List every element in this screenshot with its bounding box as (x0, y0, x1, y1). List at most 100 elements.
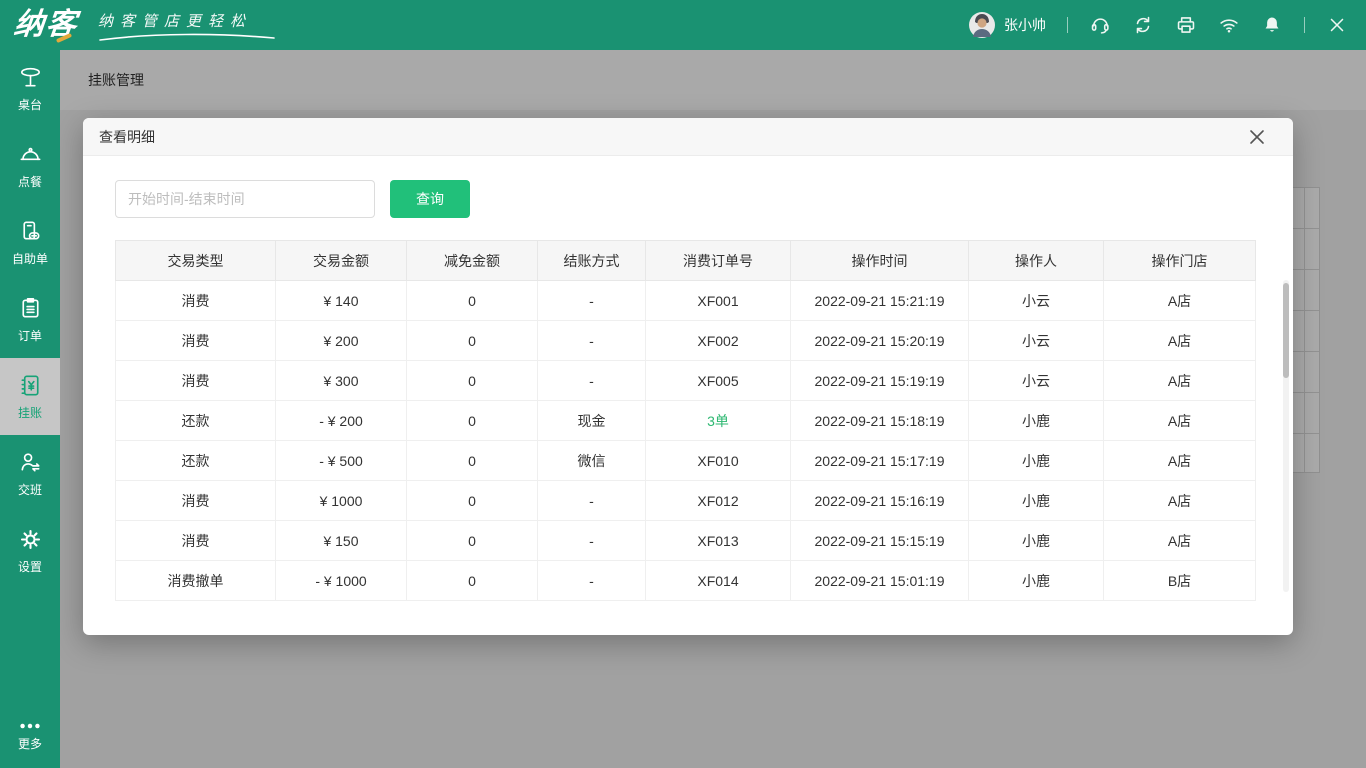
column-header: 结账方式 (538, 241, 646, 281)
table-cell: 消费 (116, 281, 276, 321)
table-cell: 2022-09-21 15:15:19 (791, 521, 969, 561)
sync-icon[interactable] (1132, 14, 1154, 36)
app-window: 纳客 纳客管店更轻松 张小帅 (0, 0, 1366, 768)
user-menu[interactable]: 张小帅 (968, 11, 1046, 39)
table-cell: 小云 (969, 361, 1104, 401)
table-cell: B店 (1104, 561, 1256, 601)
table-cell: 小鹿 (969, 481, 1104, 521)
table-cell: - ¥ 200 (276, 401, 407, 441)
modal-title: 查看明细 (99, 127, 155, 147)
table-cell: ¥ 1000 (276, 481, 407, 521)
brand-logo: 纳客 (12, 3, 81, 47)
clipboard-icon (17, 295, 44, 322)
table-cell: 0 (407, 561, 538, 601)
table-row: 消费¥ 3000-XF0052022-09-21 15:19:19小云A店 (116, 361, 1256, 401)
table-cell: 0 (407, 401, 538, 441)
avatar (968, 11, 996, 39)
gear-icon (17, 526, 44, 553)
table-cell: 2022-09-21 15:01:19 (791, 561, 969, 601)
sidebar-item-settings[interactable]: 设置 (0, 512, 60, 589)
table-cell: 消费撤单 (116, 561, 276, 601)
search-row: 查询 (115, 180, 1293, 218)
table-cell: 小云 (969, 321, 1104, 361)
column-header: 操作时间 (791, 241, 969, 281)
table-cell: 2022-09-21 15:16:19 (791, 481, 969, 521)
sidebar-item-shift[interactable]: 交班 (0, 435, 60, 512)
table-cell: - (538, 361, 646, 401)
table-cell: ¥ 300 (276, 361, 407, 401)
brand: 纳客 纳客管店更轻松 (14, 3, 276, 47)
view-details-modal: 查看明细 查询 交易类型交易金额减免金额结账方式消费订单号操作时间操作人操作门店 (83, 118, 1293, 635)
sidebar-item-orders[interactable]: 订单 (0, 281, 60, 358)
table-cell: 2022-09-21 15:17:19 (791, 441, 969, 481)
table-cell: 0 (407, 281, 538, 321)
table-cell: A店 (1104, 481, 1256, 521)
table-cell: 小云 (969, 281, 1104, 321)
table-cell: 2022-09-21 15:19:19 (791, 361, 969, 401)
table-row: 消费撤单- ¥ 10000-XF0142022-09-21 15:01:19小鹿… (116, 561, 1256, 601)
cloche-icon (17, 141, 44, 168)
column-header: 操作门店 (1104, 241, 1256, 281)
column-header: 交易类型 (116, 241, 276, 281)
table-row: 消费¥ 1500-XF0132022-09-21 15:15:19小鹿A店 (116, 521, 1256, 561)
table-cell: ¥ 150 (276, 521, 407, 561)
table-cell: XF012 (646, 481, 791, 521)
table-cell: A店 (1104, 281, 1256, 321)
ledger-yuan-icon (17, 372, 44, 399)
main-content: 挂账管理 查看明细 查询 (60, 50, 1366, 768)
table-icon (17, 64, 44, 91)
customer-service-icon[interactable] (1089, 14, 1111, 36)
modal-header: 查看明细 (83, 118, 1293, 156)
divider (1304, 17, 1305, 33)
notification-bell-icon[interactable] (1261, 14, 1283, 36)
order-detail-link[interactable]: 3单 (646, 401, 791, 441)
sidebar-item-order-food[interactable]: 点餐 (0, 127, 60, 204)
table-cell: - (538, 561, 646, 601)
table-cell: A店 (1104, 521, 1256, 561)
table-cell: - (538, 321, 646, 361)
table-row: 还款- ¥ 5000微信XF0102022-09-21 15:17:19小鹿A店 (116, 441, 1256, 481)
modal-body: 查询 交易类型交易金额减免金额结账方式消费订单号操作时间操作人操作门店 消费¥ … (83, 156, 1293, 601)
date-range-input[interactable] (115, 180, 375, 218)
table-cell: 小鹿 (969, 441, 1104, 481)
table-row: 还款- ¥ 2000现金3单2022-09-21 15:18:19小鹿A店 (116, 401, 1256, 441)
table-cell: 小鹿 (969, 401, 1104, 441)
close-window-icon[interactable] (1326, 14, 1348, 36)
table-cell: - ¥ 1000 (276, 561, 407, 601)
table-cell: 消费 (116, 361, 276, 401)
table-cell: 0 (407, 441, 538, 481)
modal-scrollbar[interactable] (1283, 280, 1289, 592)
table-cell: 微信 (538, 441, 646, 481)
table-cell: 小鹿 (969, 521, 1104, 561)
shift-swap-icon (17, 449, 44, 476)
table-cell: 2022-09-21 15:20:19 (791, 321, 969, 361)
table-cell: A店 (1104, 361, 1256, 401)
table-cell: A店 (1104, 441, 1256, 481)
table-header-row: 交易类型交易金额减免金额结账方式消费订单号操作时间操作人操作门店 (116, 241, 1256, 281)
scrollbar-thumb[interactable] (1283, 283, 1289, 378)
modal-close-icon[interactable] (1249, 129, 1265, 145)
table-cell: 还款 (116, 441, 276, 481)
sidebar-item-tables[interactable]: 桌台 (0, 50, 60, 127)
sidebar-item-credit[interactable]: 挂账 (0, 358, 60, 435)
slogan-underline-swoosh (98, 33, 276, 42)
sidebar-item-more[interactable]: 更多 (0, 708, 60, 764)
table-cell: XF002 (646, 321, 791, 361)
printer-icon[interactable] (1175, 14, 1197, 36)
brand-slogan: 纳客管店更轻松 (98, 10, 276, 42)
table-cell: ¥ 200 (276, 321, 407, 361)
topbar-actions: 张小帅 (968, 11, 1348, 39)
table-cell: ¥ 140 (276, 281, 407, 321)
table-cell: 消费 (116, 481, 276, 521)
wifi-icon[interactable] (1218, 14, 1240, 36)
user-name: 张小帅 (1004, 15, 1046, 35)
table-cell: - ¥ 500 (276, 441, 407, 481)
sidebar-item-self-service[interactable]: 自助单 (0, 204, 60, 281)
sidebar: 桌台 点餐 自助单 订单 挂账 交班 设置 更多 (0, 50, 60, 768)
table-cell: 消费 (116, 521, 276, 561)
table-cell: 0 (407, 321, 538, 361)
table-cell: 消费 (116, 321, 276, 361)
query-button[interactable]: 查询 (390, 180, 470, 218)
table-cell: 小鹿 (969, 561, 1104, 601)
table-cell: XF014 (646, 561, 791, 601)
